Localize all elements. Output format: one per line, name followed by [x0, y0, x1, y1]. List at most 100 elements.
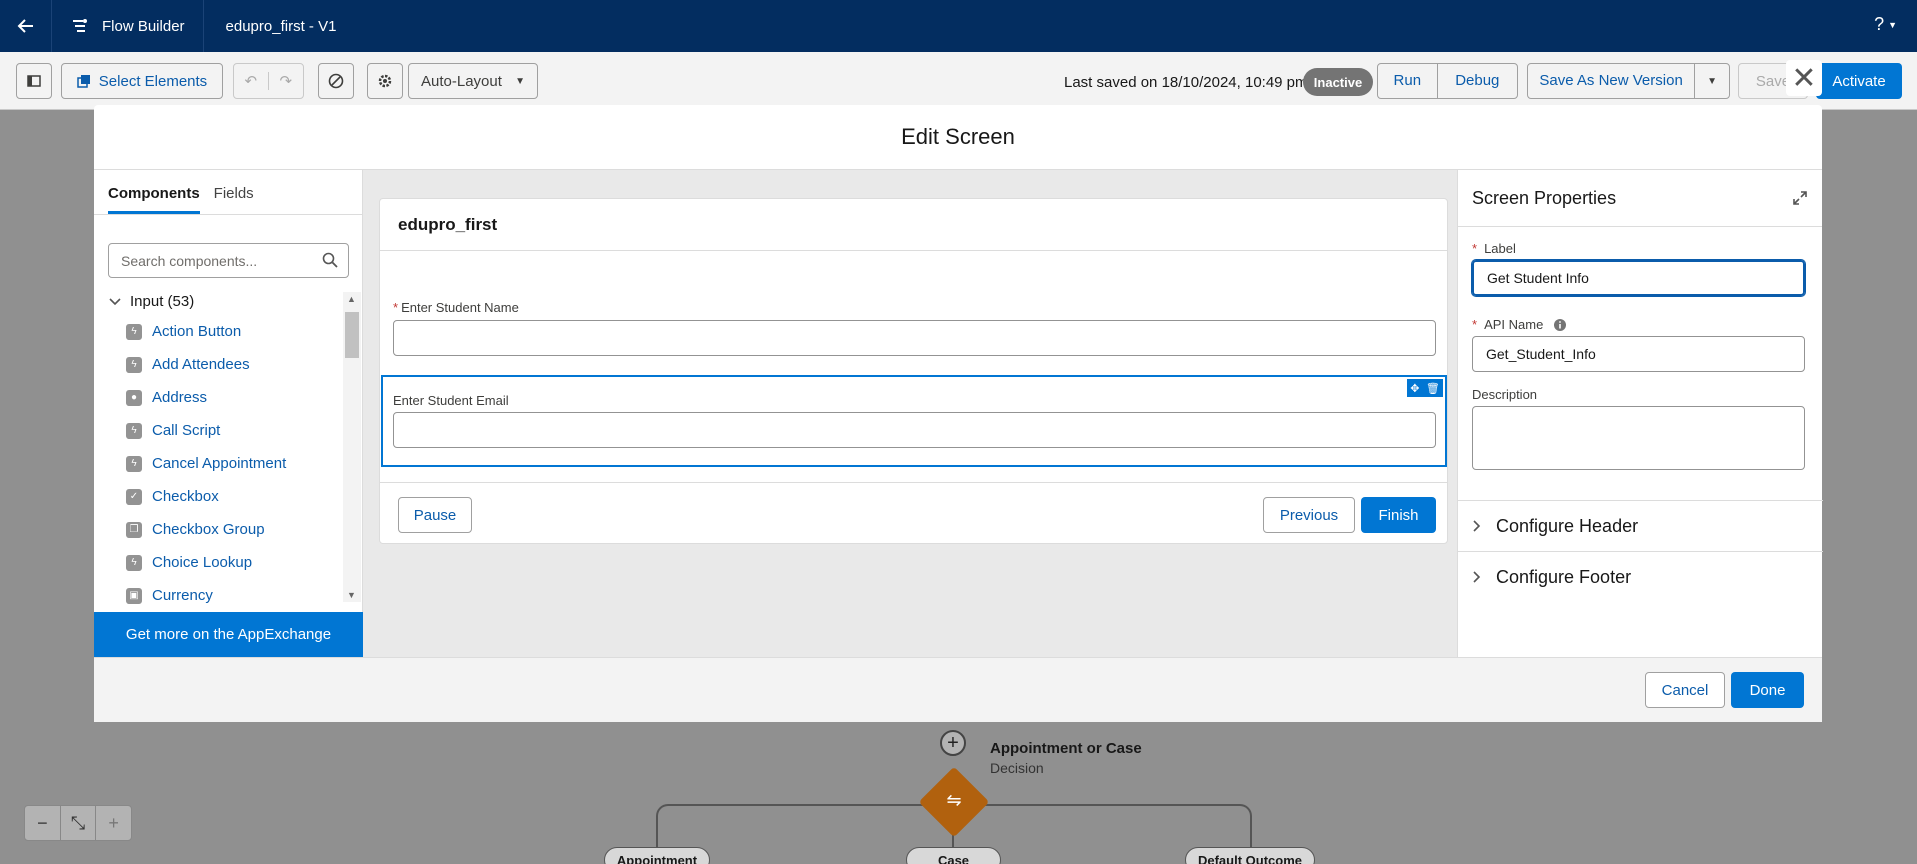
app-title: Flow Builder: [102, 17, 185, 35]
select-elements-label: Select Elements: [98, 72, 208, 90]
list-item[interactable]: ϟ Cancel Appointment: [126, 447, 286, 480]
lightning-icon: ϟ: [126, 323, 142, 340]
lightning-icon: ϟ: [126, 422, 142, 439]
save-label: Save: [1755, 72, 1791, 90]
search-icon: [322, 252, 338, 268]
api-name-label-text: API Name: [1484, 317, 1544, 332]
screen-preview: edupro_first * Enter Student Name ✥ 🗑 Ent…: [379, 198, 1448, 544]
add-element-icon[interactable]: +: [940, 730, 966, 756]
branch-default-outcome[interactable]: Default Outcome: [1185, 847, 1315, 864]
group-input-label: Input (53): [130, 293, 195, 310]
configure-footer-section[interactable]: Configure Footer: [1458, 551, 1823, 602]
field-tools: ✥ 🗑: [1407, 379, 1443, 397]
component-label: Add Attendees: [152, 356, 250, 373]
app-brand: Flow Builder: [52, 0, 204, 52]
chevron-down-icon[interactable]: ▼: [1695, 76, 1729, 87]
run-button[interactable]: Run: [1378, 64, 1438, 98]
list-item[interactable]: ϟ Call Script: [126, 414, 286, 447]
layout-select[interactable]: Auto-Layout ▼: [408, 63, 538, 99]
chevron-down-icon: [109, 297, 121, 305]
appexchange-link[interactable]: Get more on the AppExchange: [94, 612, 363, 657]
info-icon[interactable]: [1553, 318, 1567, 332]
student-name-field[interactable]: [393, 320, 1436, 356]
search-input[interactable]: Search components...: [108, 243, 349, 278]
decision-type: Decision: [990, 760, 1044, 776]
zoom-out-button[interactable]: −: [25, 806, 61, 840]
finish-button[interactable]: Finish: [1361, 497, 1436, 533]
modal-footer: Cancel Done: [94, 657, 1822, 722]
list-item[interactable]: ϟ Choice Lookup: [126, 546, 286, 579]
scroll-up-icon[interactable]: ▲: [347, 294, 356, 304]
select-elements-button[interactable]: Select Elements: [61, 63, 223, 99]
panel-tabs: Components Fields: [94, 170, 362, 215]
api-name-value: Get_Student_Info: [1486, 346, 1596, 362]
label-input[interactable]: Get Student Info: [1472, 260, 1805, 296]
configure-header-section[interactable]: Configure Header: [1458, 500, 1823, 551]
lightning-icon: ϟ: [126, 356, 142, 373]
properties-title: Screen Properties: [1458, 170, 1822, 227]
currency-icon: ▣: [126, 587, 142, 604]
undo-icon[interactable]: ↶: [234, 72, 269, 90]
help-menu[interactable]: ? ▼: [1874, 14, 1897, 35]
list-item[interactable]: ϟ Add Attendees: [126, 348, 286, 381]
settings-button[interactable]: [367, 63, 403, 99]
component-label: Choice Lookup: [152, 554, 253, 571]
branch-appointment[interactable]: Appointment: [604, 847, 710, 864]
redo-icon[interactable]: ↷: [269, 72, 304, 90]
close-modal-button[interactable]: ✕: [1786, 60, 1822, 96]
configure-header-label: Configure Header: [1496, 515, 1639, 536]
components-list: ϟ Action Button ϟ Add Attendees ● Address ϟ…: [126, 315, 286, 612]
app-header: Flow Builder edupro_first - V1 ? ▼: [0, 0, 1917, 52]
modal-title: Edit Screen: [94, 105, 1822, 170]
disable-button[interactable]: [318, 63, 354, 99]
list-item[interactable]: ● Address: [126, 381, 286, 414]
list-item[interactable]: ϟ Action Button: [126, 315, 286, 348]
previous-button[interactable]: Previous: [1263, 497, 1355, 533]
zoom-in-button[interactable]: +: [96, 806, 131, 840]
cancel-button[interactable]: Cancel: [1645, 672, 1725, 708]
description-label: Description: [1472, 387, 1538, 402]
done-button[interactable]: Done: [1731, 672, 1804, 708]
pause-button[interactable]: Pause: [398, 497, 472, 533]
component-label: Call Script: [152, 422, 221, 439]
list-item[interactable]: ✓ Checkbox: [126, 480, 286, 513]
activate-button[interactable]: Activate: [1816, 63, 1902, 99]
scroll-down-icon[interactable]: ▼: [347, 590, 356, 600]
description-input[interactable]: [1472, 406, 1805, 470]
back-button[interactable]: [0, 0, 52, 52]
screen-title: edupro_first: [380, 199, 1447, 251]
close-icon: ✕: [1791, 61, 1817, 95]
search-placeholder: Search components...: [121, 252, 258, 269]
debug-button[interactable]: Debug: [1438, 64, 1517, 98]
tab-components[interactable]: Components: [108, 185, 200, 214]
location-icon: ●: [126, 389, 142, 406]
component-label: Cancel Appointment: [152, 455, 287, 472]
components-scrollbar[interactable]: ▲ ▼: [343, 292, 361, 602]
flow-icon: [73, 19, 87, 32]
component-label: Action Button: [152, 323, 242, 340]
configure-footer-label: Configure Footer: [1496, 566, 1632, 587]
student-email-field[interactable]: [393, 412, 1436, 448]
component-label: Address: [152, 389, 208, 406]
move-icon[interactable]: ✥: [1410, 382, 1419, 395]
trash-icon[interactable]: 🗑: [1426, 382, 1440, 395]
group-input-toggle[interactable]: Input (53): [108, 293, 194, 310]
scroll-thumb[interactable]: [345, 312, 359, 358]
toggle-panel-button[interactable]: [16, 63, 52, 99]
api-name-input[interactable]: Get_Student_Info: [1472, 336, 1805, 372]
decision-icon: ⇋: [946, 790, 962, 810]
tab-fields[interactable]: Fields: [214, 185, 254, 214]
chevron-right-icon: [1473, 571, 1481, 583]
decision-title: Appointment or Case: [990, 740, 1142, 757]
branch-case[interactable]: Case: [906, 847, 1001, 864]
components-panel: Components Fields Search components... I…: [94, 170, 363, 657]
required-marker: *: [393, 300, 399, 315]
expand-icon[interactable]: [1792, 190, 1808, 206]
field-label-student-email: Enter Student Email: [393, 393, 509, 408]
list-item[interactable]: ❐ Checkbox Group: [126, 513, 286, 546]
component-label: Currency: [152, 587, 213, 604]
list-item[interactable]: ▣ Currency: [126, 579, 286, 612]
fit-view-button[interactable]: ⤡: [61, 806, 97, 840]
save-as-new-version-label[interactable]: Save As New Version: [1528, 64, 1696, 98]
chevron-down-icon: ▼: [515, 75, 525, 87]
